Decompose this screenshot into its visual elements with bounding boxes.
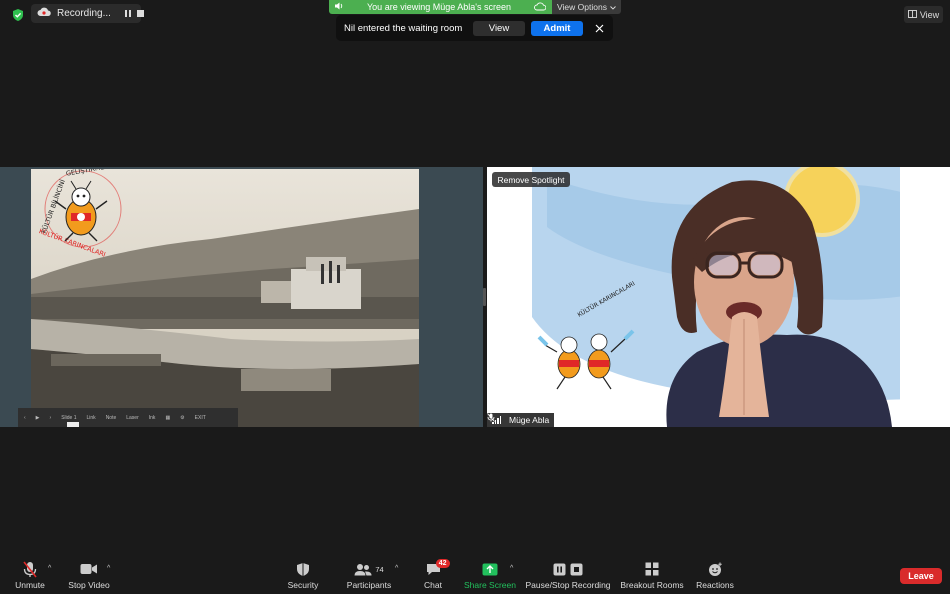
gear-icon[interactable]: ⚙ <box>180 415 184 421</box>
encryption-shield-icon[interactable] <box>11 8 25 22</box>
participants-icon: 74 <box>354 559 384 579</box>
pause-recording-button[interactable] <box>124 8 131 20</box>
participants-chevron-up-icon[interactable]: ^ <box>395 565 398 572</box>
shared-screen[interactable]: KÜLTÜR BİLİNCİNİ GELİŞTİRME VAKFI KÜLTÜR… <box>0 167 483 427</box>
ink-tool[interactable]: Ink <box>149 415 156 421</box>
view-options-dropdown[interactable]: View Options <box>552 0 621 14</box>
next-slide-icon[interactable]: › <box>50 415 52 421</box>
view-options-label: View Options <box>557 2 607 12</box>
participant-name: Müge Abla <box>509 415 550 425</box>
presentation-slide: KÜLTÜR BİLİNCİNİ GELİŞTİRME VAKFI KÜLTÜR… <box>31 169 419 427</box>
unmute-label: Unmute <box>15 580 45 590</box>
muted-microphone-icon <box>22 559 38 579</box>
view-layout-label: View <box>919 9 940 20</box>
recording-controls-icon <box>553 559 583 579</box>
viewing-text: You are viewing Müge Abla's screen <box>367 2 511 12</box>
participant-nameplate: Müge Abla <box>487 413 555 427</box>
stop-video-label: Stop Video <box>68 580 110 590</box>
stop-icon <box>136 10 144 17</box>
remove-spotlight-button[interactable]: Remove Spotlight <box>492 172 570 187</box>
breakout-rooms-label: Breakout Rooms <box>620 580 684 590</box>
video-options-chevron-up-icon[interactable]: ^ <box>107 565 110 572</box>
chat-bubble-icon: 42 <box>426 559 450 579</box>
security-button[interactable]: Security <box>283 559 323 594</box>
stop-recording-button[interactable] <box>136 8 144 20</box>
note-tool[interactable]: Note <box>106 415 117 421</box>
security-label: Security <box>287 580 319 590</box>
recording-label: Recording... <box>57 8 111 19</box>
breakout-rooms-icon <box>645 559 659 579</box>
leave-meeting-button[interactable]: Leave <box>900 568 942 584</box>
participant-video-tile[interactable]: KÜLTÜR KARINCALARI Remove Spotlight Müge… <box>487 167 950 427</box>
participants-button[interactable]: 74 Participants <box>345 559 393 594</box>
share-options-chevron-up-icon[interactable]: ^ <box>510 565 513 572</box>
exit-label[interactable]: EXIT <box>195 415 206 421</box>
viewing-banner: You are viewing Müge Abla's screen View … <box>329 0 621 14</box>
waiting-view-button[interactable]: View <box>473 20 525 36</box>
slideshow-toolbar: ‹ ▶ › Slide 1 Link Note Laser Ink ▦ ⚙ EX… <box>18 408 238 427</box>
prev-slide-icon[interactable]: ‹ <box>24 415 26 421</box>
unmute-button[interactable]: Unmute <box>10 559 50 594</box>
link-tool[interactable]: Link <box>87 415 96 421</box>
slide-progress-indicator <box>67 422 79 427</box>
waiting-room-notification: Nil entered the waiting room View Admit <box>336 15 613 41</box>
view-layout-icon <box>907 9 917 20</box>
recording-indicator: Recording... <box>31 4 144 23</box>
security-shield-icon <box>296 559 310 579</box>
cloud-icon <box>534 1 547 13</box>
reactions-button[interactable]: Reactions <box>694 559 736 594</box>
close-icon[interactable] <box>593 22 605 34</box>
breakout-rooms-button[interactable]: Breakout Rooms <box>620 559 684 594</box>
meeting-controls-toolbar: Unmute ^ Stop Video ^ Security 74 Partic… <box>0 559 950 594</box>
laser-tool[interactable]: Laser <box>126 415 139 421</box>
video-camera-icon <box>80 559 98 579</box>
slide-number-label[interactable]: Slide 1 <box>61 415 76 421</box>
zoom-meeting-window: Recording... You are viewing Müge Abla's… <box>0 0 950 594</box>
smiley-reaction-icon <box>708 559 723 579</box>
play-icon[interactable]: ▶ <box>36 415 40 421</box>
audio-options-chevron-up-icon[interactable]: ^ <box>48 565 51 572</box>
chat-label: Chat <box>424 580 442 590</box>
pause-stop-recording-button[interactable]: Pause/Stop Recording <box>525 559 611 594</box>
cloud-recording-icon <box>37 7 51 20</box>
historic-harbor-photo: KÜLTÜR BİLİNCİNİ GELİŞTİRME VAKFI KÜLTÜR… <box>31 169 419 427</box>
reactions-label: Reactions <box>696 580 734 590</box>
chevron-down-icon <box>610 2 616 12</box>
participant-video-feed: KÜLTÜR KARINCALARI <box>487 167 950 427</box>
share-screen-button[interactable]: Share Screen <box>463 559 517 594</box>
admit-button[interactable]: Admit <box>531 20 583 36</box>
chat-unread-badge: 42 <box>435 559 450 568</box>
pause-icon <box>124 10 131 17</box>
chat-button[interactable]: 42 Chat <box>418 559 450 594</box>
participants-count: 74 <box>375 564 384 574</box>
waiting-room-message: Nil entered the waiting room <box>344 22 463 34</box>
speaker-icon <box>335 2 344 12</box>
participants-label: Participants <box>346 580 392 590</box>
split-view-divider[interactable] <box>483 288 486 306</box>
grid-icon[interactable]: ▦ <box>165 415 170 421</box>
share-screen-icon <box>482 559 498 579</box>
viewing-status: You are viewing Müge Abla's screen <box>329 0 552 14</box>
view-layout-button[interactable]: View <box>904 6 943 23</box>
recording-controls-label: Pause/Stop Recording <box>525 580 611 590</box>
share-screen-label: Share Screen <box>464 580 516 590</box>
